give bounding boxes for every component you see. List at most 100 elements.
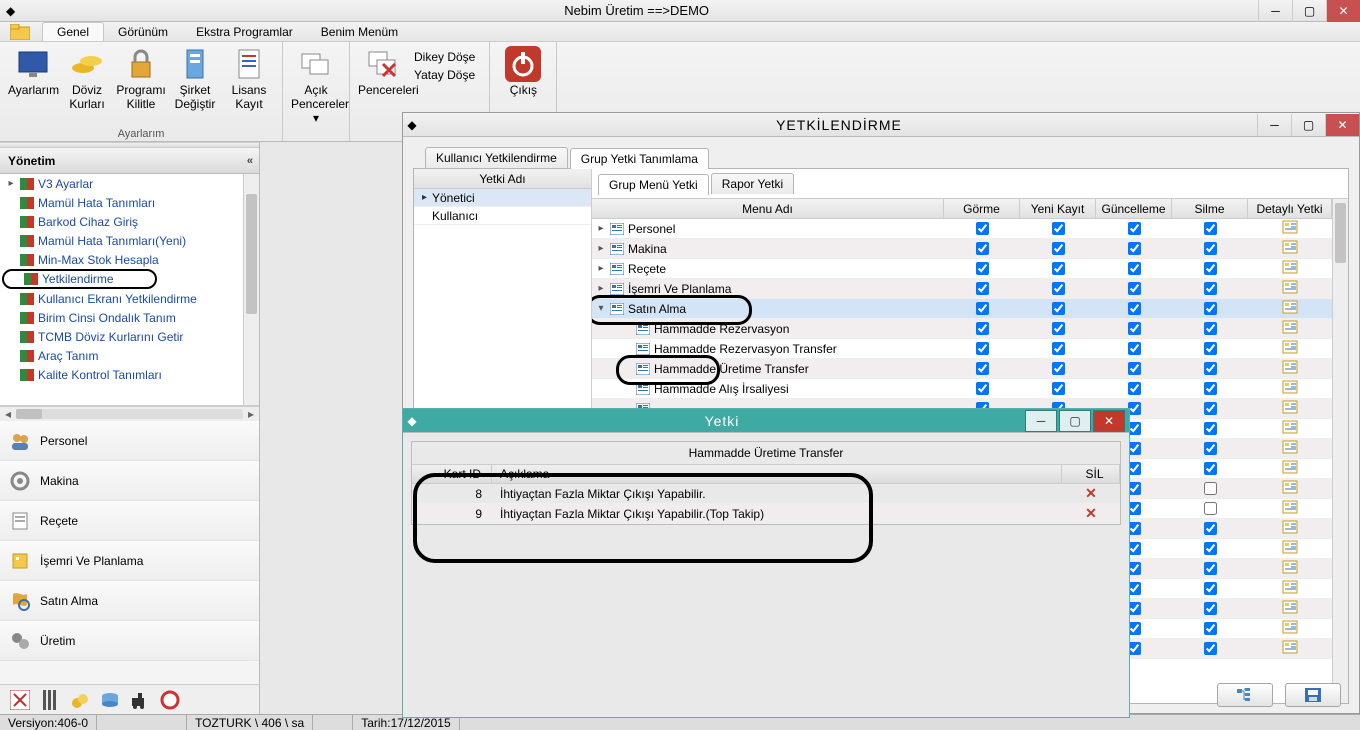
chk-silme[interactable]	[1204, 402, 1217, 415]
chk-yenikayit[interactable]	[1052, 302, 1065, 315]
yetki-adi-row[interactable]: Kullanıcı	[414, 207, 591, 225]
chk-silme[interactable]	[1204, 302, 1217, 315]
chk-yenikayit[interactable]	[1052, 342, 1065, 355]
detail-button[interactable]	[1282, 340, 1298, 354]
grid-row[interactable]: ▸İşemri Ve Planlama	[592, 279, 1332, 299]
grid-col-header[interactable]: Görme	[944, 199, 1020, 218]
ribbon-windows[interactable]: AçıkPencereler ▾	[291, 46, 341, 125]
chk-silme[interactable]	[1204, 522, 1217, 535]
grid-col-header[interactable]: Güncelleme	[1096, 199, 1172, 218]
grid-row[interactable]: Hammadde Rezervasyon Transfer	[592, 339, 1332, 359]
chk-silme[interactable]	[1204, 622, 1217, 635]
maximize-button[interactable]: ▢	[1292, 0, 1326, 22]
grid-col-header[interactable]: Detaylı Yetki	[1248, 199, 1332, 218]
popup-max-button[interactable]: ▢	[1059, 410, 1091, 432]
grid-row[interactable]: Hammadde Rezervasyon	[592, 319, 1332, 339]
detail-button[interactable]	[1282, 540, 1298, 554]
menu-ekstra programlar[interactable]: Ekstra Programlar	[182, 23, 307, 41]
subtab[interactable]: Grup Menü Yetki	[598, 174, 709, 195]
chk-gorme[interactable]	[976, 282, 989, 295]
chk-silme[interactable]	[1204, 462, 1217, 475]
detail-button[interactable]	[1282, 260, 1298, 274]
ribbon-lock[interactable]: ProgramıKilitle	[116, 46, 166, 112]
detail-button[interactable]	[1282, 320, 1298, 334]
win-close-button[interactable]: ✕	[1325, 114, 1359, 136]
tree-scrollbar[interactable]	[243, 174, 259, 405]
chk-silme[interactable]	[1204, 502, 1217, 515]
detail-button[interactable]	[1282, 360, 1298, 374]
ribbon-coins[interactable]: DövizKurları	[62, 46, 112, 112]
tool-icon-4[interactable]	[100, 690, 120, 710]
menu-benim menüm[interactable]: Benim Menüm	[307, 23, 412, 41]
tool-icon-2[interactable]	[40, 690, 60, 710]
sidebar-group-reçete[interactable]: Reçete	[0, 501, 259, 541]
detail-button[interactable]	[1282, 280, 1298, 294]
grid-row[interactable]: ▸Reçete	[592, 259, 1332, 279]
tree-node[interactable]: Araç Tanım	[0, 346, 243, 365]
collapse-icon[interactable]: «	[247, 155, 251, 167]
detail-button[interactable]	[1282, 460, 1298, 474]
detail-button[interactable]	[1282, 440, 1298, 454]
minimize-button[interactable]: ─	[1258, 0, 1292, 22]
chk-guncelleme[interactable]	[1128, 342, 1141, 355]
grid-row[interactable]: ▾Satın Alma	[592, 299, 1332, 319]
tree-node[interactable]: Mamül Hata Tanımları(Yeni)	[0, 231, 243, 250]
chk-yenikayit[interactable]	[1052, 382, 1065, 395]
tab[interactable]: Kullanıcı Yetkilendirme	[425, 147, 568, 168]
chk-silme[interactable]	[1204, 582, 1217, 595]
detail-button[interactable]	[1282, 620, 1298, 634]
tree-node[interactable]: TCMB Döviz Kurlarını Getir	[0, 327, 243, 346]
menu-görünüm[interactable]: Görünüm	[104, 23, 182, 41]
detail-button[interactable]	[1282, 500, 1298, 514]
chk-yenikayit[interactable]	[1052, 262, 1065, 275]
tree-button[interactable]	[1217, 683, 1273, 707]
chk-silme[interactable]	[1204, 482, 1217, 495]
chk-silme[interactable]	[1204, 542, 1217, 555]
ribbon-power[interactable]: Çıkış	[498, 46, 548, 98]
win-max-button[interactable]: ▢	[1291, 114, 1325, 136]
app-menu-icon[interactable]	[10, 24, 30, 40]
ribbon-server[interactable]: ŞirketDeğiştir	[170, 46, 220, 112]
detail-button[interactable]	[1282, 580, 1298, 594]
detail-button[interactable]	[1282, 400, 1298, 414]
tool-icon-6[interactable]	[160, 690, 180, 710]
chk-silme[interactable]	[1204, 442, 1217, 455]
chk-silme[interactable]	[1204, 422, 1217, 435]
detail-button[interactable]	[1282, 240, 1298, 254]
chk-yenikayit[interactable]	[1052, 222, 1065, 235]
detail-button[interactable]	[1282, 220, 1298, 234]
chk-guncelleme[interactable]	[1128, 362, 1141, 375]
chk-gorme[interactable]	[976, 382, 989, 395]
ribbon-doc[interactable]: LisansKayıt	[224, 46, 274, 112]
tab[interactable]: Grup Yetki Tanımlama	[570, 148, 709, 169]
tree-node[interactable]: ▸V3 Ayarlar	[0, 174, 243, 193]
chk-guncelleme[interactable]	[1128, 282, 1141, 295]
detail-button[interactable]	[1282, 380, 1298, 394]
chk-yenikayit[interactable]	[1052, 282, 1065, 295]
delete-button[interactable]: ✕	[1062, 505, 1120, 522]
chk-guncelleme[interactable]	[1128, 322, 1141, 335]
chk-gorme[interactable]	[976, 222, 989, 235]
chk-yenikayit[interactable]	[1052, 242, 1065, 255]
grid-row[interactable]: Hammadde Alış İrsaliyesi	[592, 379, 1332, 399]
chk-guncelleme[interactable]	[1128, 302, 1141, 315]
chk-silme[interactable]	[1204, 602, 1217, 615]
tree-node[interactable]: Kalite Kontrol Tanımları	[0, 365, 243, 384]
tree-node[interactable]: Barkod Cihaz Giriş	[0, 212, 243, 231]
arrange-option[interactable]: Yatay Döşe	[414, 68, 475, 82]
tree-hscroll[interactable]: ◂▸	[0, 406, 259, 421]
detail-button[interactable]	[1282, 300, 1298, 314]
chk-gorme[interactable]	[976, 322, 989, 335]
sidebar-group-i̇şemri ve planlama[interactable]: İşemri Ve Planlama	[0, 541, 259, 581]
chk-silme[interactable]	[1204, 222, 1217, 235]
tool-icon-1[interactable]	[10, 690, 30, 710]
yetki-adi-row[interactable]: ▸Yönetici	[414, 189, 591, 207]
chk-silme[interactable]	[1204, 362, 1217, 375]
detail-button[interactable]	[1282, 420, 1298, 434]
chk-gorme[interactable]	[976, 342, 989, 355]
grid-col-header[interactable]: Menu Adı	[592, 199, 944, 218]
chk-yenikayit[interactable]	[1052, 362, 1065, 375]
tree-node[interactable]: Birim Cinsi Ondalık Tanım	[0, 308, 243, 327]
sidebar-group-satın alma[interactable]: Satın Alma	[0, 581, 259, 621]
detail-button[interactable]	[1282, 520, 1298, 534]
